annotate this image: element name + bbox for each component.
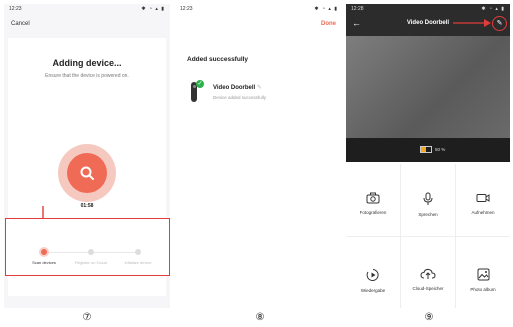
status-bar: 12:23 ✱ ◔ ▴ ▮ [175, 4, 343, 14]
control-label: Aufnehmen [471, 210, 495, 215]
control-label: Sprechen [418, 212, 438, 217]
image-gallery-icon [477, 268, 489, 281]
search-icon [80, 166, 94, 180]
status-icons: ✱ ◔ ▴ ▮ [314, 6, 338, 12]
control-label: Cloud-Speicher [412, 286, 444, 291]
page-subtitle: Ensure that the device is powered on. [45, 73, 129, 79]
step-label: Register on Cloud [74, 260, 108, 265]
device-status: Device added successfully [213, 95, 267, 100]
header-dark: 12:28 ✱ ◔ ▴ ▮ ← Video Doorbell ✎ [346, 4, 510, 36]
device-name: Video Doorbell [213, 85, 256, 91]
device-row[interactable]: ✓ Video Doorbell ✎ Device added successf… [191, 80, 331, 106]
step-initialize-device: Initialize device [118, 249, 158, 265]
control-playback[interactable]: Wiedergabe [346, 268, 400, 293]
edit-icon[interactable]: ✎ [492, 16, 507, 31]
control-talk[interactable]: Sprechen [401, 192, 455, 217]
status-icons: ✱ ◔ ▴ ▮ [481, 6, 505, 12]
status-bar: 12:23 ✱ ◔ ▴ ▮ [4, 4, 170, 14]
control-bar: 50 % [346, 138, 510, 162]
battery-icon [420, 146, 432, 153]
status-bar: 12:28 ✱ ◔ ▴ ▮ [346, 4, 510, 14]
phone-screen-live-view: 12:28 ✱ ◔ ▴ ▮ ← Video Doorbell ✎ 50 % Fo… [346, 4, 510, 308]
page-title: Adding device... [52, 58, 122, 68]
progress-steps-highlight: Scan devices Register on Cloud Initializ… [5, 218, 170, 276]
step-dot-active [41, 249, 47, 255]
done-button[interactable]: Done [321, 21, 336, 27]
status-time: 12:28 [351, 6, 364, 12]
video-feed[interactable] [346, 36, 510, 138]
control-label: Wiedergabe [360, 288, 386, 293]
figure-label-9: ⑨ [424, 312, 434, 323]
control-cloud-storage[interactable]: Cloud-Speicher [401, 268, 455, 291]
status-icons: ✱ ◔ ▴ ▮ [141, 6, 165, 12]
microphone-icon [423, 192, 433, 205]
countdown-timer: 01:58 [80, 203, 94, 209]
control-photo[interactable]: Fotografieren [346, 192, 400, 215]
top-bar: Done [175, 14, 343, 34]
edit-name-icon[interactable]: ✎ [257, 85, 262, 91]
step-scan-devices: Scan devices [24, 249, 64, 265]
playback-icon [366, 269, 379, 281]
cancel-button[interactable]: Cancel [11, 21, 30, 27]
controls-grid: Fotografieren Sprechen Aufnehmen Wiederg… [346, 164, 510, 308]
section-title: Added successfully [187, 56, 249, 63]
step-label: Scan devices [32, 260, 56, 265]
top-bar: Cancel [4, 14, 170, 34]
step-dot [135, 249, 141, 255]
annotation-arrow [453, 19, 491, 27]
scan-button [67, 153, 107, 193]
step-label: Initialize device [124, 260, 152, 265]
status-time: 12:23 [180, 6, 193, 12]
video-record-icon [476, 194, 490, 202]
step-dot [88, 249, 94, 255]
control-label: Fotografieren [359, 210, 387, 215]
phone-screen-added: 12:23 ✱ ◔ ▴ ▮ Done Added successfully ✓ … [175, 4, 343, 308]
scan-pulse [58, 144, 116, 202]
step-register-cloud: Register on Cloud [71, 249, 111, 265]
camera-icon [366, 192, 380, 204]
success-check-icon: ✓ [196, 80, 204, 88]
cloud-upload-icon [420, 268, 436, 279]
status-time: 12:23 [9, 6, 22, 12]
control-label: Photo album [470, 287, 496, 292]
figure-label-8: ⑧ [255, 312, 265, 323]
figure-label-7: ⑦ [82, 312, 92, 323]
control-record[interactable]: Aufnehmen [456, 192, 510, 215]
battery-level: 50 % [435, 147, 446, 152]
control-photo-album[interactable]: Photo album [456, 268, 510, 292]
